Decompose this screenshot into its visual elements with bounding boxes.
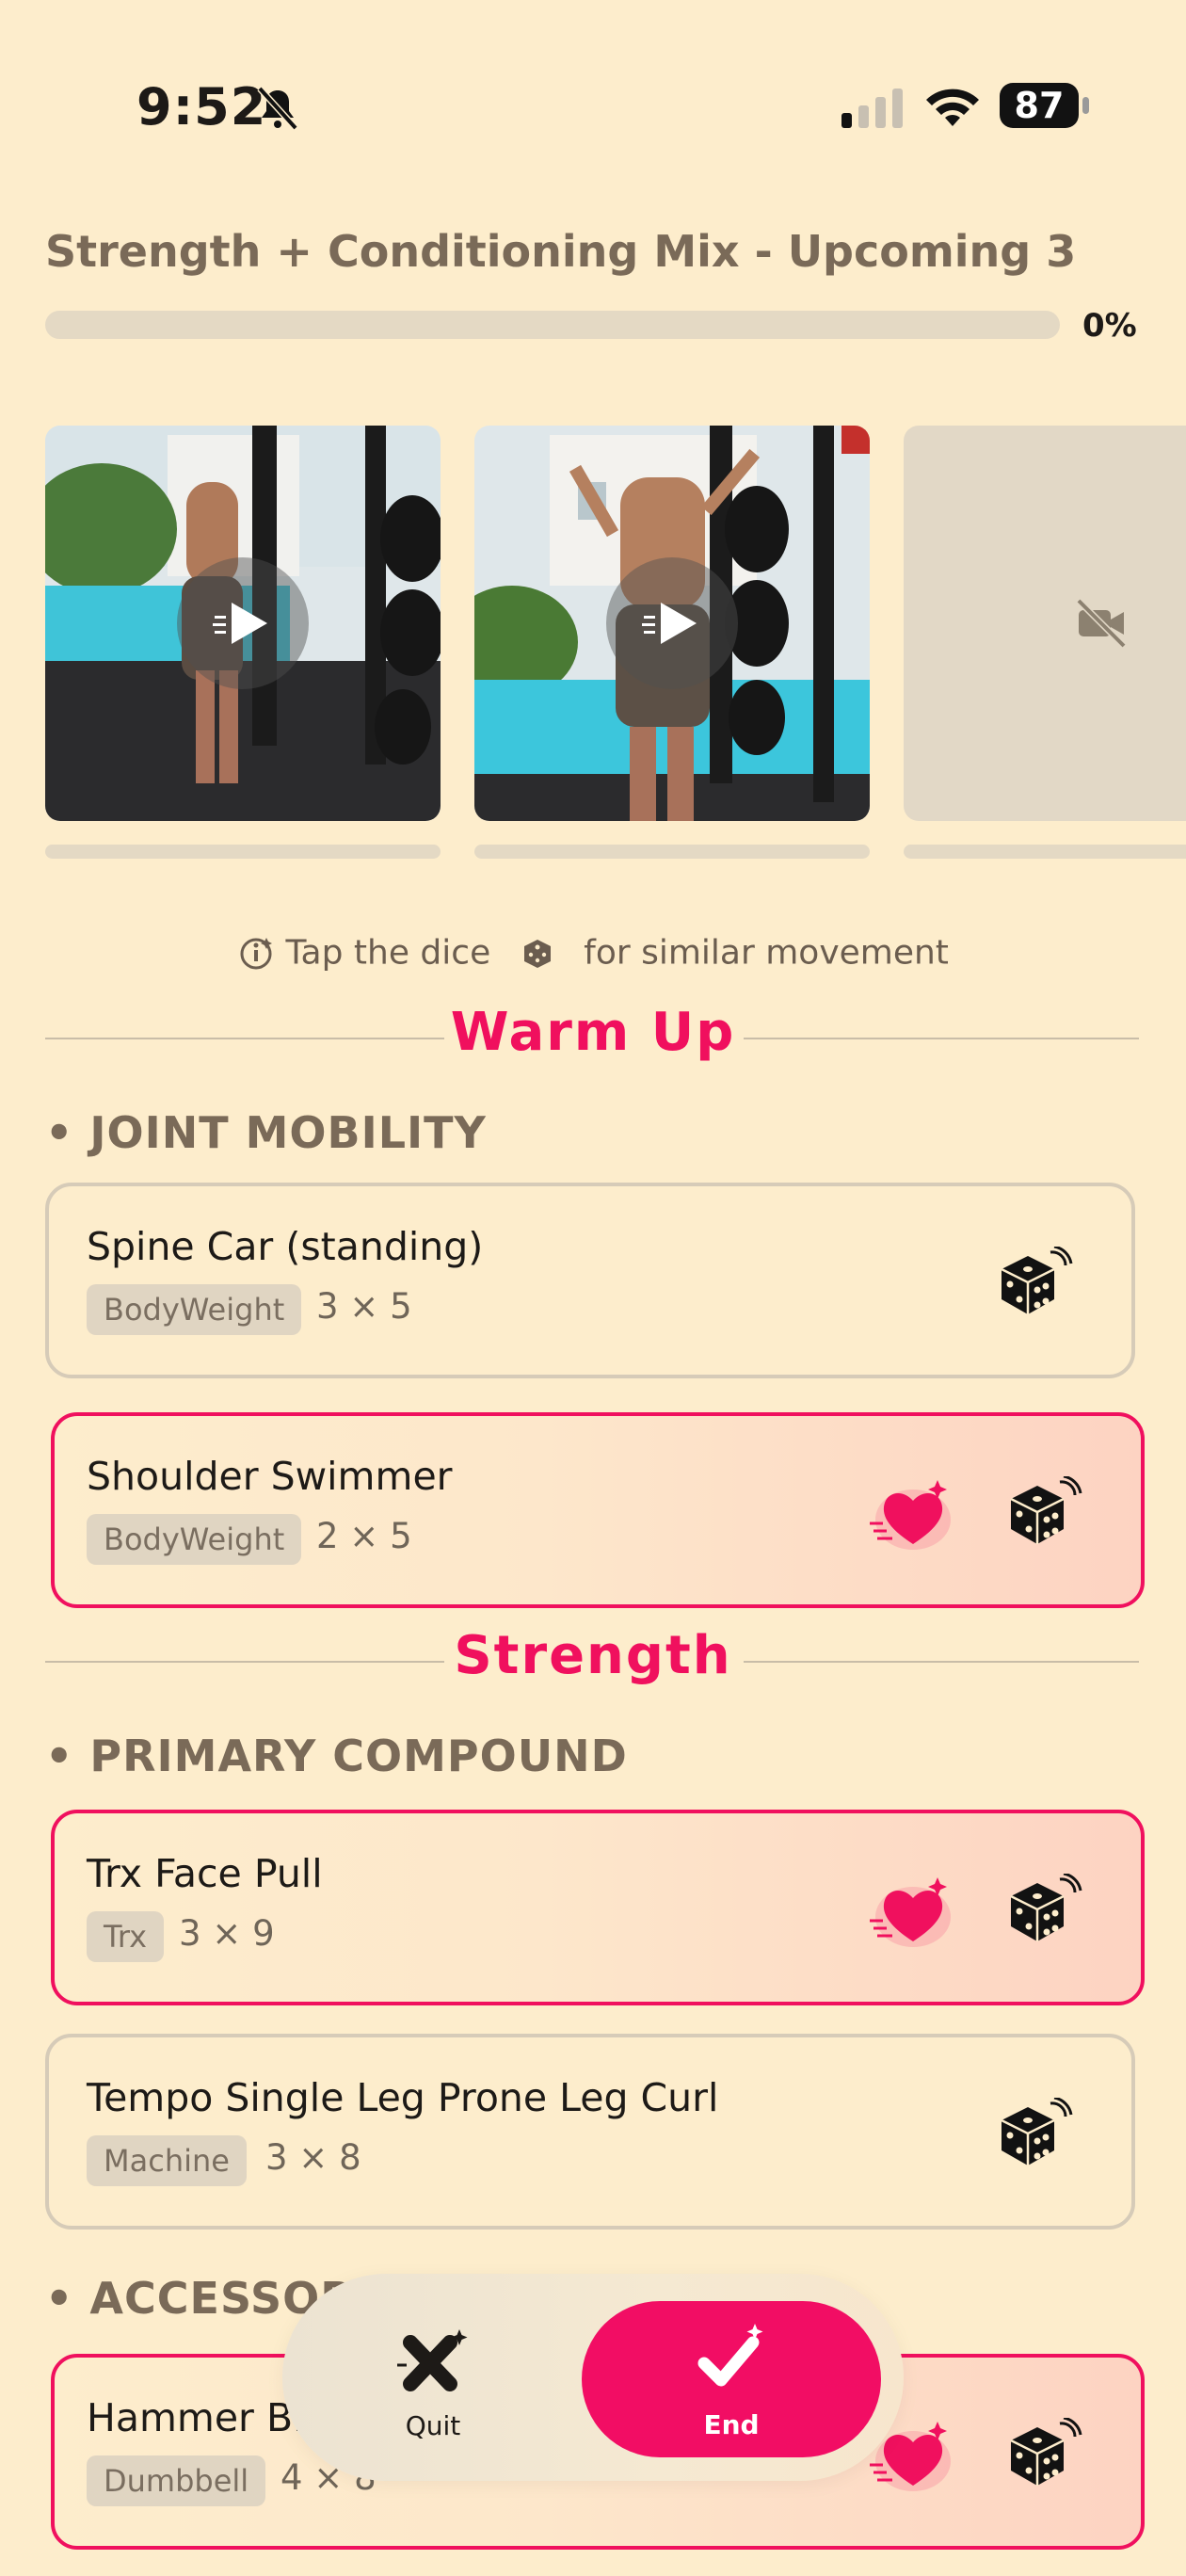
bell-muted-icon [257,86,298,131]
play-icon [213,603,267,644]
sets-reps: 3 × 8 [265,2137,361,2178]
sets-reps: 3 × 5 [316,1286,412,1327]
hint-text-1: Tap the dice [285,933,491,973]
divider [744,1661,1139,1663]
equipment-tag: BodyWeight [87,1284,302,1335]
exercise-name: Spine Car (standing) [87,1224,484,1269]
exercise-video-thumb-3[interactable] [904,426,1186,821]
dice-icon[interactable] [996,2098,1073,2175]
favorite-heart-icon[interactable] [868,1872,953,1951]
equipment-tag: BodyWeight [87,1514,302,1565]
progress-track [45,311,1060,339]
battery-indicator: 87 [1000,83,1090,128]
thumb-progress-1 [45,845,441,859]
checkmark-icon [697,2324,763,2387]
group-title-primary-compound: • PRIMARY COMPOUND [45,1731,628,1781]
end-label: End [703,2409,760,2440]
dice-icon [523,940,551,968]
play-button[interactable] [606,557,738,689]
divider [45,1038,444,1039]
sets-reps: 2 × 5 [316,1516,412,1556]
workout-title: Strength + Conditioning Mix - Upcoming 3 [45,226,1077,277]
equipment-tag: Dumbbell [87,2455,266,2506]
sets-reps: 3 × 9 [179,1913,275,1954]
thumb-progress-2 [474,845,870,859]
equipment-tag: Trx [87,1911,165,1962]
divider [45,1661,444,1663]
play-icon [642,603,697,644]
section-title-strength: Strength [454,1625,732,1686]
exercise-name: Shoulder Swimmer [87,1454,453,1499]
equipment-tag: Machine [87,2135,247,2186]
exercise-card[interactable]: Tempo Single Leg Prone Leg Curl Machine … [45,2034,1135,2230]
exercise-video-thumb-2[interactable] [474,426,870,821]
play-button[interactable] [177,557,309,689]
dice-icon[interactable] [1005,1476,1082,1554]
exercise-card-favorite[interactable]: Shoulder Swimmer BodyWeight 2 × 5 [51,1412,1145,1608]
progress-percent: 0% [1082,307,1137,345]
quit-button[interactable]: Quit [358,2316,508,2448]
cellular-signal-icon [841,89,903,128]
favorite-heart-icon[interactable] [868,1474,953,1554]
group-title-joint-mobility: • JOINT MOBILITY [45,1107,487,1158]
exercise-name: Tempo Single Leg Prone Leg Curl [87,2075,719,2120]
exercise-name: Trx Face Pull [87,1851,323,1896]
section-title-warmup: Warm Up [450,1002,736,1063]
video-off-icon [1076,598,1127,649]
wifi-icon [926,89,979,126]
thumb-progress-3 [904,845,1186,859]
status-time: 9:52 [136,77,267,137]
battery-level: 87 [1014,85,1065,126]
dice-icon[interactable] [996,1247,1073,1324]
divider [744,1038,1139,1039]
dice-icon[interactable] [1005,1874,1082,1951]
quit-label: Quit [405,2410,461,2441]
exercise-video-thumb-1[interactable] [45,426,441,821]
exercise-card-favorite[interactable]: Trx Face Pull Trx 3 × 9 [51,1810,1145,2005]
exercise-name: Hammer Bi [87,2395,304,2440]
dice-hint: Tap the dice for similar movement [0,932,1186,973]
end-button[interactable]: End [582,2301,881,2457]
close-x-icon [397,2329,468,2391]
dice-icon[interactable] [1005,2418,1082,2495]
exercise-card[interactable]: Spine Car (standing) BodyWeight 3 × 5 [45,1183,1135,1378]
info-icon [240,938,273,970]
hint-text-2: for similar movement [584,933,949,973]
